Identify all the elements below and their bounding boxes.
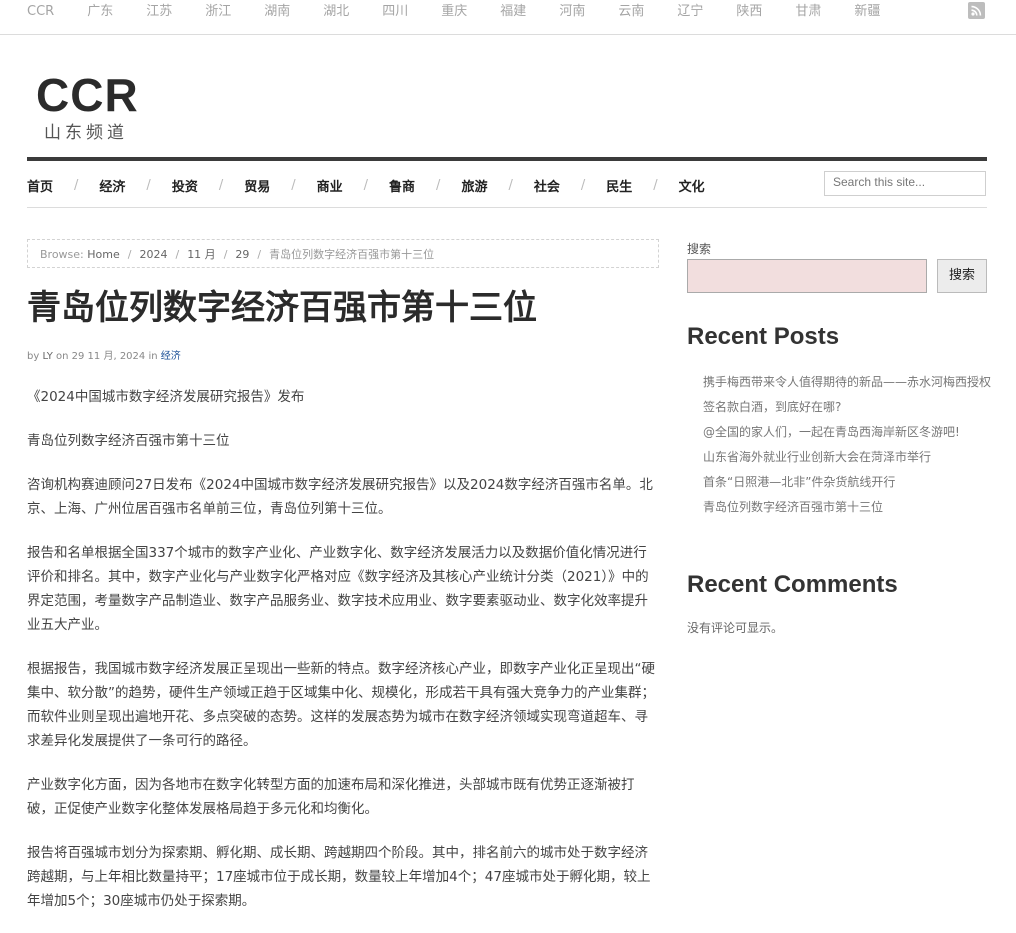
rss-icon[interactable] bbox=[968, 2, 985, 19]
city-link-hubei[interactable]: 湖北 bbox=[323, 4, 349, 20]
city-link-guangdong[interactable]: 广东 bbox=[87, 4, 113, 20]
nav-item-trade[interactable]: 贸易 bbox=[244, 176, 270, 195]
recent-post-link[interactable]: 首条“日照港—北非”件杂货航线开行 bbox=[703, 470, 993, 495]
nav-item-society[interactable]: 社会 bbox=[534, 176, 560, 195]
city-link-gansu[interactable]: 甘肃 bbox=[795, 4, 821, 20]
breadcrumb-year[interactable]: 2024 bbox=[139, 248, 167, 261]
city-link-jiangsu[interactable]: 江苏 bbox=[146, 4, 172, 20]
sidebar-search-label: 搜索 bbox=[687, 242, 712, 256]
nav-separator: / bbox=[74, 178, 79, 193]
nav-separator: / bbox=[508, 178, 513, 193]
byline-by: by bbox=[27, 351, 40, 362]
recent-post-link[interactable]: 携手梅西带来令人值得期待的新品——赤水河梅西授权签名款白酒，到底好在哪? bbox=[703, 370, 993, 420]
city-link-ccr[interactable]: CCR bbox=[27, 4, 54, 20]
city-link-zhejiang[interactable]: 浙江 bbox=[205, 4, 231, 20]
city-link-shaanxi[interactable]: 陕西 bbox=[736, 4, 762, 20]
nav-separator: / bbox=[363, 178, 369, 193]
recent-comments-title: Recent Comments bbox=[687, 571, 898, 598]
breadcrumb-home[interactable]: Home bbox=[87, 248, 119, 261]
byline-on: on bbox=[56, 351, 69, 362]
breadcrumb-current: 青岛位列数字经济百强市第十三位 bbox=[269, 248, 435, 261]
article-content: 《2024中国城市数字经济发展研究报告》发布 青岛位列数字经济百强市第十三位 咨… bbox=[27, 385, 659, 933]
breadcrumb-day[interactable]: 29 bbox=[235, 248, 249, 261]
nav-separator: / bbox=[653, 178, 658, 193]
city-link-chongqing[interactable]: 重庆 bbox=[441, 4, 467, 20]
byline-in: in bbox=[148, 351, 158, 362]
recent-post-link[interactable]: @全国的家人们，一起在青岛西海岸新区冬游吧! bbox=[703, 420, 993, 445]
recent-posts-title: Recent Posts bbox=[687, 323, 840, 350]
recent-posts-list: 携手梅西带来令人值得期待的新品——赤水河梅西授权签名款白酒，到底好在哪? @全国… bbox=[703, 370, 993, 520]
city-link-fujian[interactable]: 福建 bbox=[500, 4, 526, 20]
nav-item-lushang[interactable]: 鲁商 bbox=[389, 176, 415, 195]
top-city-bar: CCR 广东 江苏 浙江 湖南 湖北 四川 重庆 福建 河南 云南 辽宁 陕西 … bbox=[0, 0, 1016, 35]
nav-item-home[interactable]: 首页 bbox=[27, 176, 53, 195]
article-paragraph: 根据报告，我国城市数字经济发展正呈现出一些新的特点。数字经济核心产业，即数字产业… bbox=[27, 661, 655, 749]
breadcrumb-separator: / bbox=[127, 248, 132, 261]
breadcrumb-prefix: Browse: bbox=[40, 248, 84, 261]
recent-post-link[interactable]: 青岛位列数字经济百强市第十三位 bbox=[703, 495, 993, 520]
no-comments-text: 没有评论可显示。 bbox=[687, 621, 784, 635]
breadcrumb-separator: / bbox=[175, 248, 180, 261]
nav-item-business[interactable]: 商业 bbox=[317, 176, 343, 195]
main-nav: 首页 / 经济 / 投资 / 贸易 / 商业 / 鲁商 / 旅游 / 社会 / … bbox=[27, 157, 987, 208]
site-logo[interactable]: CCR 山东频道 bbox=[36, 72, 139, 143]
recent-post-link[interactable]: 山东省海外就业行业创新大会在菏泽市举行 bbox=[703, 445, 993, 470]
nav-separator: / bbox=[580, 178, 586, 193]
article-paragraph: 报告将百强城市划分为探索期、孵化期、成长期、跨越期四个阶段。其中，排名前六的城市… bbox=[27, 845, 651, 909]
logo-subtitle: 山东频道 bbox=[44, 123, 128, 143]
nav-item-investment[interactable]: 投资 bbox=[172, 176, 198, 195]
article-paragraph: 咨询机构赛迪顾问27日发布《2024中国城市数字经济发展研究报告》以及2024数… bbox=[27, 477, 653, 517]
article-paragraph: 《2024中国城市数字经济发展研究报告》发布 bbox=[27, 389, 305, 405]
article-paragraph: 青岛位列数字经济百强市第十三位 bbox=[27, 433, 230, 449]
breadcrumb-separator: / bbox=[257, 248, 262, 261]
sidebar-search-input[interactable] bbox=[687, 259, 927, 293]
breadcrumb-separator: / bbox=[223, 248, 228, 261]
byline-category[interactable]: 经济 bbox=[161, 351, 181, 362]
nav-items: 首页 / 经济 / 投资 / 贸易 / 商业 / 鲁商 / 旅游 / 社会 / … bbox=[27, 176, 705, 195]
nav-item-tourism[interactable]: 旅游 bbox=[461, 176, 487, 195]
article-paragraph: 产业数字化方面，因为各地市在数字化转型方面的加速布局和深化推进，头部城市既有优势… bbox=[27, 777, 635, 817]
city-link-xinjiang[interactable]: 新疆 bbox=[854, 4, 880, 20]
nav-separator: / bbox=[218, 178, 224, 193]
article-byline: by LY on 29 11 月, 2024 in 经济 bbox=[27, 347, 181, 362]
city-link-liaoning[interactable]: 辽宁 bbox=[677, 4, 703, 20]
logo-title: CCR bbox=[36, 69, 139, 121]
byline-date: 29 11 月, 2024 bbox=[71, 351, 146, 362]
nav-item-livelihood[interactable]: 民生 bbox=[606, 176, 632, 195]
nav-separator: / bbox=[146, 178, 151, 193]
city-links: CCR 广东 江苏 浙江 湖南 湖北 四川 重庆 福建 河南 云南 辽宁 陕西 … bbox=[27, 4, 913, 20]
sidebar-search-button[interactable]: 搜索 bbox=[937, 259, 987, 293]
nav-separator: / bbox=[436, 178, 441, 193]
breadcrumb: Browse: Home / 2024 / 11 月 / 29 / 青岛位列数字经济百强市第十三… bbox=[27, 239, 659, 268]
site-search-input[interactable]: Search this site... bbox=[824, 171, 986, 196]
city-link-sichuan[interactable]: 四川 bbox=[382, 4, 408, 20]
city-link-henan[interactable]: 河南 bbox=[559, 4, 585, 20]
article-paragraph: 报告和名单根据全国337个城市的数字产业化、产业数字化、数字经济发展活力以及数据… bbox=[27, 545, 649, 633]
city-link-hunan[interactable]: 湖南 bbox=[264, 4, 290, 20]
nav-item-culture[interactable]: 文化 bbox=[679, 176, 705, 195]
article-title: 青岛位列数字经济百强市第十三位 bbox=[27, 288, 537, 328]
breadcrumb-month[interactable]: 11 月 bbox=[187, 248, 216, 261]
nav-separator: / bbox=[291, 178, 296, 193]
city-link-yunnan[interactable]: 云南 bbox=[618, 4, 644, 20]
nav-item-economy[interactable]: 经济 bbox=[99, 176, 125, 195]
byline-author[interactable]: LY bbox=[42, 351, 52, 362]
